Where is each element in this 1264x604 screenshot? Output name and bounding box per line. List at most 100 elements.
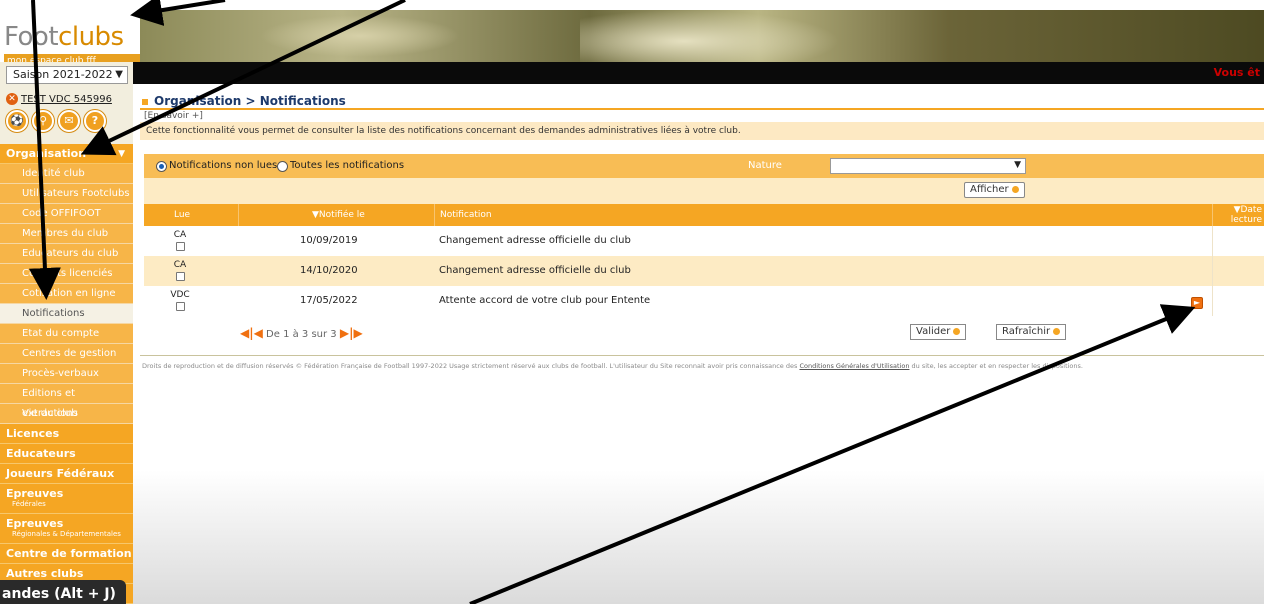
column-header-read[interactable]: Lue xyxy=(174,210,190,220)
last-page-icon[interactable]: |▶ xyxy=(349,326,363,340)
table-header: Lue ▼Notifiée le Notification ▼Date lect… xyxy=(144,204,1264,226)
top-black-bar: Vous êt xyxy=(133,62,1264,84)
notification-text[interactable]: Attente accord de votre club pour Entent… xyxy=(439,295,650,306)
welcome-text: Vous êt xyxy=(1213,66,1260,79)
sidebar-section[interactable]: Epreuves Fédérales xyxy=(0,484,133,514)
page-title: Organisation > Notifications xyxy=(154,94,346,108)
radio-all[interactable] xyxy=(277,161,288,172)
column-header-read-date[interactable]: ▼Date lecture xyxy=(1218,205,1262,225)
nature-select[interactable]: ▼ xyxy=(830,158,1026,174)
sidebar-section-sublabel: Fédérales xyxy=(12,500,46,508)
learn-more-link[interactable]: [En savoir +] xyxy=(144,111,203,121)
sidebar-section-label: Epreuves xyxy=(6,487,64,500)
next-page-icon[interactable]: ▶ xyxy=(340,326,349,340)
sidebar-section-label: Joueurs Fédéraux xyxy=(6,467,115,480)
column-separator xyxy=(1212,226,1213,256)
sidebar-section-label: Licences xyxy=(6,427,60,440)
origin-code: CA xyxy=(173,230,187,240)
sidebar-item[interactable]: Contacts licenciés xyxy=(0,264,133,284)
footclubs-logo[interactable]: Footclubs mon espace club fff xyxy=(0,10,140,68)
sidebar-section[interactable]: Educateurs xyxy=(0,444,133,464)
sidebar-menu: Organisation ▼ Identité club Utilisateurs F… xyxy=(0,144,133,604)
validate-button[interactable]: Valider xyxy=(910,324,967,340)
video-overlay-shade xyxy=(133,470,1264,604)
breadcrumb: Organisation > Notifications xyxy=(142,94,346,108)
logout-icon[interactable]: ✕ xyxy=(6,93,18,105)
sidebar-section[interactable]: Organisation ▼ xyxy=(0,144,133,164)
divider xyxy=(140,108,1264,110)
sidebar-section[interactable]: Centre de formation xyxy=(0,544,133,564)
sidebar-section-label: Autres clubs xyxy=(6,567,84,580)
sidebar-item[interactable]: Utilisateurs Footclubs xyxy=(0,184,133,204)
show-button[interactable]: Afficher xyxy=(964,182,1025,198)
sidebar-item[interactable]: Editions et extractions xyxy=(0,384,133,419)
refresh-button[interactable]: Rafraîchir xyxy=(996,324,1067,340)
sidebar-item[interactable]: Procès-verbaux xyxy=(0,364,133,384)
logo-text-accent: clubs xyxy=(58,22,124,52)
first-page-icon[interactable]: ◀| xyxy=(240,326,254,340)
user-link[interactable]: TEST VDC 545996 xyxy=(21,94,112,105)
sidebar-section[interactable]: Licences xyxy=(0,424,133,444)
column-separator xyxy=(1212,204,1213,226)
table-row: VDC 17/05/2022 Attente accord de votre clu… xyxy=(144,286,1264,316)
table-row: CA 14/10/2020 Changement adresse officiell… xyxy=(144,256,1264,286)
notification-text[interactable]: Changement adresse officielle du club xyxy=(439,265,631,276)
refresh-button-label: Rafraîchir xyxy=(1002,326,1051,337)
season-value: Saison 2021-2022 xyxy=(13,68,113,81)
sidebar-item[interactable]: Vie du club xyxy=(0,404,133,424)
column-separator xyxy=(434,204,435,226)
sidebar-item[interactable]: Centres de gestion xyxy=(0,344,133,364)
table-row: CA 10/09/2019 Changement adresse officiell… xyxy=(144,226,1264,256)
read-checkbox[interactable] xyxy=(175,302,185,311)
sidebar-section-label: Epreuves xyxy=(6,517,64,530)
sidebar-section-label: Educateurs xyxy=(6,447,76,460)
radio-unread-label[interactable]: Notifications non lues xyxy=(169,160,277,171)
filter-panel: Notifications non lues Toutes les notifi… xyxy=(144,154,1264,208)
sidebar-section[interactable]: Joueurs Fédéraux xyxy=(0,464,133,484)
chevron-down-icon: ▼ xyxy=(115,69,123,80)
season-select[interactable]: Saison 2021-2022 ▼ xyxy=(6,66,128,84)
filter-bar: Notifications non lues Toutes les notifi… xyxy=(144,154,1264,178)
sidebar-item[interactable]: Identité club xyxy=(0,164,133,184)
terms-link[interactable]: Conditions Générales d'Utilisation xyxy=(799,362,909,370)
origin-code: VDC xyxy=(170,290,190,300)
ball-icon[interactable]: ⚽ xyxy=(6,110,28,132)
banner-photo-highlight xyxy=(260,15,460,57)
sidebar-item[interactable]: Etat du compte xyxy=(0,324,133,344)
column-separator xyxy=(238,204,239,226)
site-header: Footclubs mon espace club fff xyxy=(0,0,1264,68)
sidebar-item[interactable]: Cotisation en ligne xyxy=(0,284,133,304)
action-icon[interactable]: ► xyxy=(1191,297,1203,309)
column-separator xyxy=(1212,286,1213,316)
sidebar-item[interactable]: Educateurs du club xyxy=(0,244,133,264)
description-banner: Cette fonctionnalité vous permet de cons… xyxy=(140,122,1264,140)
bullet-icon xyxy=(1011,185,1019,193)
sidebar-item[interactable]: Code OFFIFOOT xyxy=(0,204,133,224)
mail-icon[interactable]: ✉ xyxy=(58,110,80,132)
read-checkbox[interactable] xyxy=(175,272,185,281)
radio-all-label[interactable]: Toutes les notifications xyxy=(290,160,404,171)
notified-date: 17/05/2022 xyxy=(300,295,358,306)
notification-text[interactable]: Changement adresse officielle du club xyxy=(439,235,631,246)
footer-tail: du site, les accepter et en respecter le… xyxy=(909,362,1083,370)
sidebar-item[interactable]: Membres du club xyxy=(0,224,133,244)
bullet-icon xyxy=(953,327,961,335)
sidebar-item[interactable]: Notifications xyxy=(0,304,133,324)
column-separator xyxy=(1212,256,1213,286)
table-body: CA 10/09/2019 Changement adresse officiell… xyxy=(144,226,1264,316)
bullet-icon xyxy=(1053,327,1061,335)
read-checkbox[interactable] xyxy=(175,242,185,251)
notified-date: 10/09/2019 xyxy=(300,235,358,246)
pagination-text: De 1 à 3 sur 3 xyxy=(266,329,337,340)
prev-page-icon[interactable]: ◀ xyxy=(254,326,263,340)
search-icon[interactable]: ⚲ xyxy=(32,110,54,132)
chevron-down-icon: ▼ xyxy=(1014,160,1021,170)
banner-photo-highlight xyxy=(580,10,840,62)
radio-unread[interactable] xyxy=(156,161,167,172)
help-icon[interactable]: ? xyxy=(84,110,106,132)
user-row: ✕ TEST VDC 545996 xyxy=(6,92,131,108)
read-cell: VDC xyxy=(168,290,192,311)
sidebar-section[interactable]: Epreuves Régionales & Départementales xyxy=(0,514,133,544)
square-bullet-icon xyxy=(142,98,148,105)
column-header-notified-on[interactable]: ▼Notifiée le xyxy=(312,210,365,220)
